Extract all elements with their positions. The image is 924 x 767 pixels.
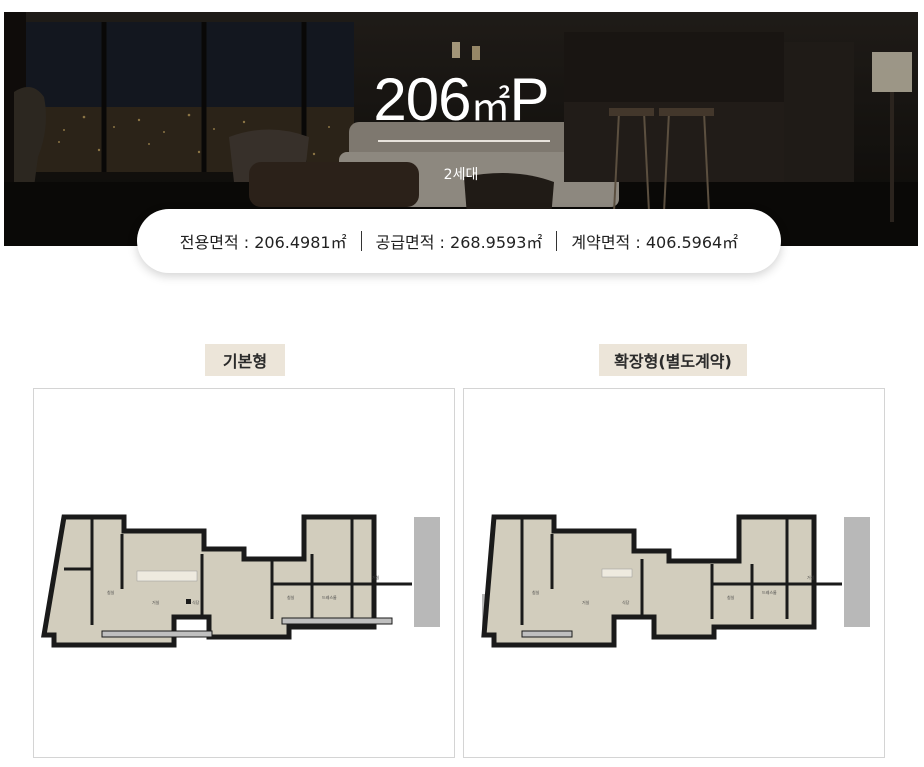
unit-size-title: 206㎡P	[4, 70, 918, 130]
extended-type-label[interactable]: 확장형(별도계약)	[599, 344, 747, 376]
svg-text:거실: 거실	[807, 574, 815, 580]
svg-text:침실: 침실	[727, 594, 735, 600]
household-count: 2세대	[443, 167, 479, 183]
svg-text:거실: 거실	[582, 599, 590, 605]
extended-floor-plan[interactable]: 침실 거실 식당 침실 드레스룸 거실	[463, 388, 885, 758]
divider	[360, 231, 362, 251]
exclusive-area: 전용면적 : 206.4981㎡	[179, 233, 347, 252]
contract-area: 계약면적 : 406.5964㎡	[571, 233, 739, 252]
supply-area: 공급면적 : 268.9593㎡	[375, 233, 543, 252]
floor-plan-image: 침실거실식당 침실드레스룸거실	[481, 514, 870, 648]
page: 206㎡P 2세대 전용면적 : 206.4981㎡ 공급면적 : 268.95…	[0, 0, 924, 767]
area-summary: 전용면적 : 206.4981㎡ 공급면적 : 268.9593㎡ 계약면적 :…	[137, 209, 781, 273]
svg-text:침실: 침실	[287, 594, 295, 600]
unit-size-type: P	[509, 66, 550, 133]
svg-text:침실: 침실	[532, 589, 540, 595]
floor-plan-image: 침실거실식당 침실드레스룸거실	[41, 514, 440, 648]
svg-text:거실: 거실	[372, 574, 380, 580]
svg-text:드레스룸: 드레스룸	[762, 589, 777, 595]
svg-text:식당: 식당	[192, 599, 200, 605]
basic-floor-plan[interactable]: 침실 거실 식당 침실 드레스룸 거실	[33, 388, 455, 758]
unit-size-number: 206	[373, 66, 471, 133]
svg-text:거실: 거실	[152, 599, 160, 605]
svg-text:침실: 침실	[107, 589, 115, 595]
unit-size-unit: ㎡	[470, 85, 511, 129]
title-divider	[378, 140, 550, 142]
svg-text:드레스룸: 드레스룸	[322, 594, 337, 600]
divider	[556, 231, 558, 251]
basic-type-label[interactable]: 기본형	[205, 344, 285, 376]
svg-text:식당: 식당	[622, 599, 630, 605]
